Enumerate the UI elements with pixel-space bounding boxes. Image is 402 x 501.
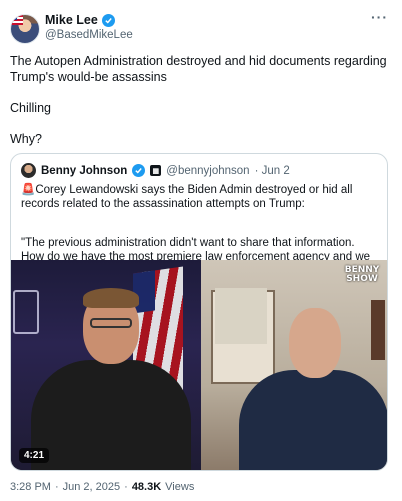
- tweet-footer: 3:28 PM · Jun 2, 2025 · 48.3K Views: [10, 481, 194, 493]
- video-player[interactable]: BENNY SHOW 4:21: [11, 260, 387, 470]
- affiliate-badge-icon: ▦: [150, 165, 162, 176]
- more-icon[interactable]: ···: [371, 10, 388, 24]
- flag-icon: [11, 15, 23, 25]
- guest-body: [239, 370, 387, 470]
- views-count: 48.3K: [131, 481, 162, 493]
- quoted-tweet[interactable]: Benny Johnson ▦ @bennyjohnson · Jun 2 🚨C…: [10, 153, 388, 471]
- quote-header: Benny Johnson ▦ @bennyjohnson · Jun 2: [21, 163, 290, 178]
- glasses: [90, 318, 132, 328]
- verified-icon: [101, 13, 115, 27]
- guest-head: [289, 308, 341, 378]
- separator: ·: [124, 481, 128, 493]
- author-handle[interactable]: @BasedMikeLee: [45, 29, 133, 41]
- photo-board: [215, 288, 267, 344]
- video-duration: 4:21: [19, 448, 50, 463]
- tweet-text-line1: The Autopen Administration destroyed and…: [10, 54, 387, 84]
- host-body: [31, 360, 191, 470]
- show-logo: BENNY SHOW: [341, 266, 383, 292]
- quote-author-handle[interactable]: @bennyjohnson: [166, 165, 249, 177]
- author-row: Mike Lee: [45, 13, 115, 27]
- views-label: Views: [165, 481, 195, 493]
- quote-text-1: 🚨Corey Lewandowski says the Biden Admin …: [21, 183, 377, 211]
- show-logo-line2: SHOW: [346, 274, 378, 284]
- siren-icon: 🚨: [21, 184, 36, 196]
- picture-frame: [371, 300, 385, 360]
- separator: ·: [54, 481, 59, 493]
- tweet-time[interactable]: 3:28 PM: [10, 481, 51, 493]
- tweet-date[interactable]: Jun 2, 2025: [63, 481, 121, 493]
- quote-author-name[interactable]: Benny Johnson: [41, 165, 127, 177]
- video-left-pane: [11, 260, 201, 470]
- video-right-pane: BENNY SHOW: [201, 260, 387, 470]
- tweet-text-line3: Why?: [10, 132, 42, 146]
- author-name[interactable]: Mike Lee: [45, 13, 98, 27]
- quote-text-1-body: Corey Lewandowski says the Biden Admin d…: [21, 184, 353, 210]
- neon-sign: [13, 290, 39, 334]
- quote-avatar[interactable]: [21, 163, 36, 178]
- tweet-card: Mike Lee @BasedMikeLee ··· The Autopen A…: [0, 0, 402, 501]
- quote-date[interactable]: · Jun 2: [255, 165, 290, 177]
- avatar[interactable]: [10, 14, 40, 44]
- host-hair: [83, 288, 139, 308]
- verified-icon: [132, 164, 146, 177]
- tweet-text-line2: Chilling: [10, 101, 51, 115]
